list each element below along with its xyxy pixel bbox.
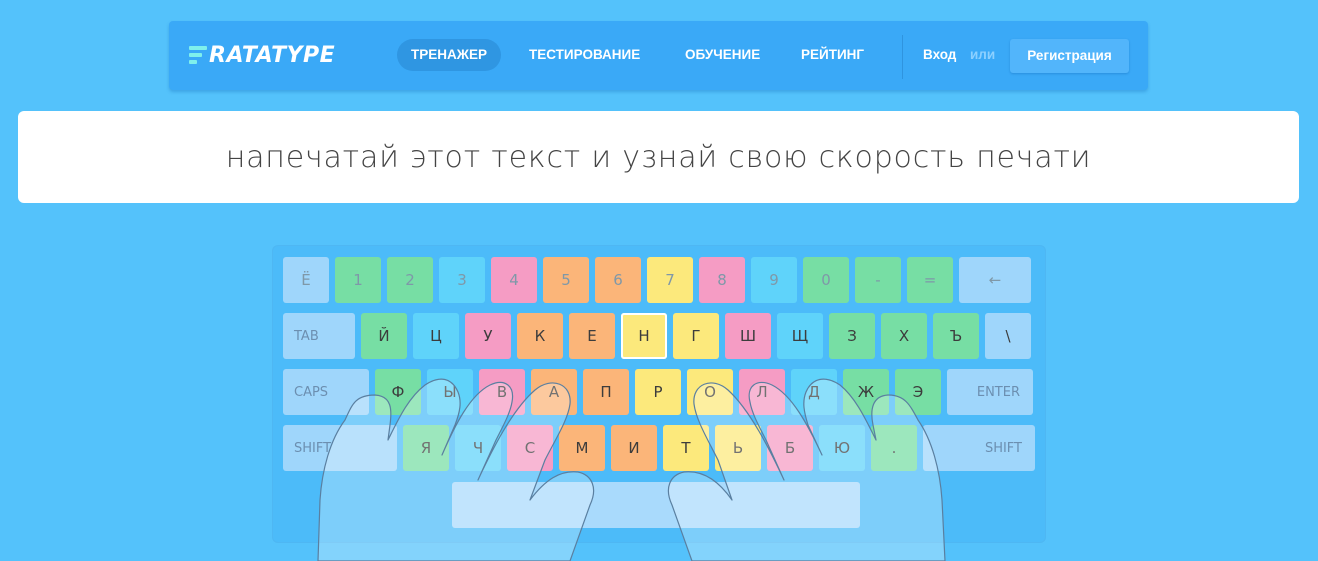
key-ч: Ч bbox=[455, 425, 501, 471]
key-г: Г bbox=[673, 313, 719, 359]
key-з: З bbox=[829, 313, 875, 359]
key-caps: CAPS bbox=[283, 369, 369, 415]
key-м: М bbox=[559, 425, 605, 471]
key-у: У bbox=[465, 313, 511, 359]
key-в: В bbox=[479, 369, 525, 415]
key-л: Л bbox=[739, 369, 785, 415]
key-5: 5 bbox=[543, 257, 589, 303]
nav-testing[interactable]: ТЕСТИРОВАНИЕ bbox=[529, 39, 640, 71]
nav-learning[interactable]: ОБУЧЕНИЕ bbox=[685, 39, 760, 71]
key-ф: Ф bbox=[375, 369, 421, 415]
key-7: 7 bbox=[647, 257, 693, 303]
key-tab: TAB bbox=[283, 313, 355, 359]
key-←: ← bbox=[959, 257, 1031, 303]
key-ш: Ш bbox=[725, 313, 771, 359]
key-shift-left: SHIFT bbox=[283, 425, 397, 471]
key-т: Т bbox=[663, 425, 709, 471]
key-й: Й bbox=[361, 313, 407, 359]
key-2: 2 bbox=[387, 257, 433, 303]
key-д: Д bbox=[791, 369, 837, 415]
key-и: И bbox=[611, 425, 657, 471]
key-ё: Ё bbox=[283, 257, 329, 303]
key-ц: Ц bbox=[413, 313, 459, 359]
typing-prompt[interactable]: напечатай этот текст и узнай свою скорос… bbox=[18, 111, 1299, 203]
key-х: Х bbox=[881, 313, 927, 359]
key-а: А bbox=[531, 369, 577, 415]
key-э: Э bbox=[895, 369, 941, 415]
register-button[interactable]: Регистрация bbox=[1010, 39, 1129, 73]
key-ю: Ю bbox=[819, 425, 865, 471]
key-р: Р bbox=[635, 369, 681, 415]
key-щ: Щ bbox=[777, 313, 823, 359]
key-.: . bbox=[871, 425, 917, 471]
key-о: О bbox=[687, 369, 733, 415]
nav-rating[interactable]: РЕЙТИНГ bbox=[801, 39, 864, 71]
key-=: = bbox=[907, 257, 953, 303]
logo-text: RATATYPE bbox=[209, 42, 336, 68]
key-8: 8 bbox=[699, 257, 745, 303]
key-ж: Ж bbox=[843, 369, 889, 415]
key-9: 9 bbox=[751, 257, 797, 303]
key-я: Я bbox=[403, 425, 449, 471]
key-н: Н bbox=[621, 313, 667, 359]
key-\: \ bbox=[985, 313, 1031, 359]
key-ь: Ь bbox=[715, 425, 761, 471]
key-6: 6 bbox=[595, 257, 641, 303]
key-п: П bbox=[583, 369, 629, 415]
key-3: 3 bbox=[439, 257, 485, 303]
key-к: К bbox=[517, 313, 563, 359]
key-1: 1 bbox=[335, 257, 381, 303]
key-4: 4 bbox=[491, 257, 537, 303]
key-ъ: Ъ bbox=[933, 313, 979, 359]
key-б: Б bbox=[767, 425, 813, 471]
key-0: 0 bbox=[803, 257, 849, 303]
logo-mark-icon bbox=[189, 44, 207, 66]
nav-divider bbox=[902, 35, 903, 79]
key-с: С bbox=[507, 425, 553, 471]
key-space bbox=[452, 482, 860, 528]
key-ы: Ы bbox=[427, 369, 473, 415]
login-link[interactable]: Вход bbox=[923, 39, 956, 71]
top-navigation-bar: RATATYPE ТРЕНАЖЕР ТЕСТИРОВАНИЕ ОБУЧЕНИЕ … bbox=[169, 21, 1148, 90]
key-е: Е bbox=[569, 313, 615, 359]
nav-trainer[interactable]: ТРЕНАЖЕР bbox=[397, 39, 501, 71]
key--: - bbox=[855, 257, 901, 303]
key-enter: ENTER bbox=[947, 369, 1033, 415]
or-text: или bbox=[970, 47, 996, 62]
key-shift-right: SHIFT bbox=[923, 425, 1035, 471]
ratatype-logo[interactable]: RATATYPE bbox=[189, 42, 336, 68]
